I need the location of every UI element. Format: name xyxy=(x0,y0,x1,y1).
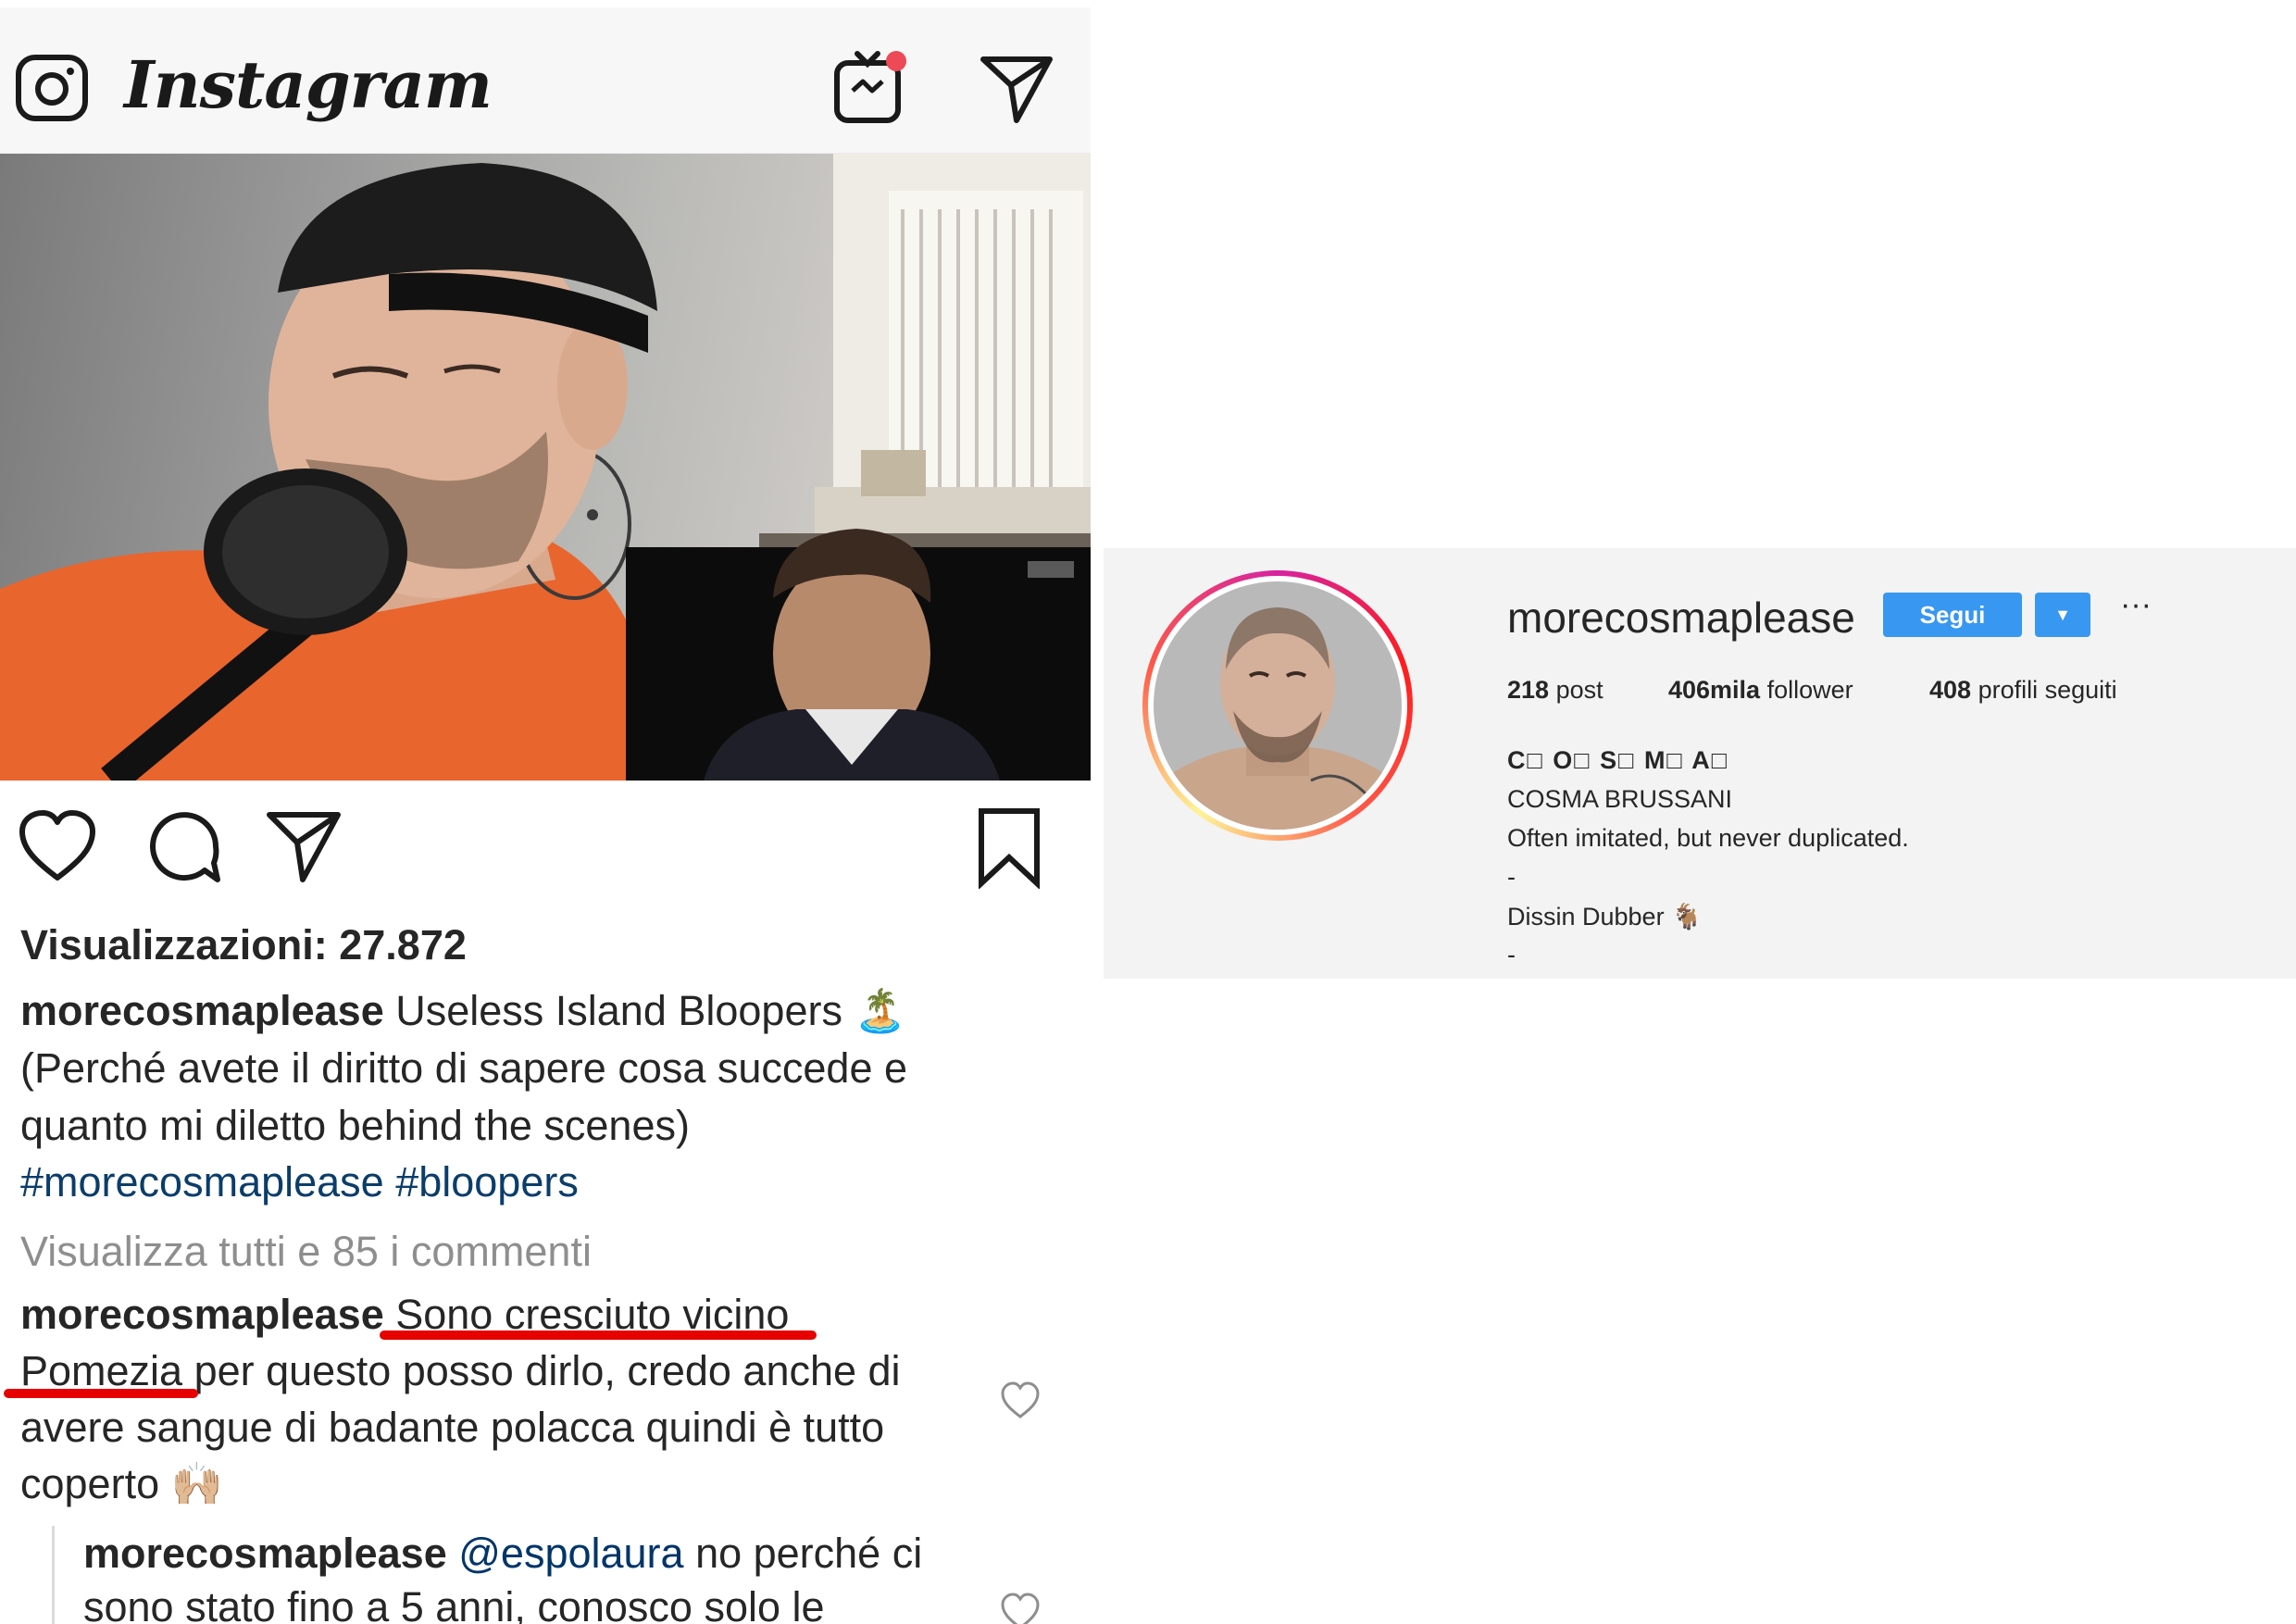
followers-count[interactable]: 406mila follower xyxy=(1668,676,1853,705)
caption-username[interactable]: morecosmaplease xyxy=(20,987,384,1034)
bio-full-name: COSMA BRUSSANI xyxy=(1507,785,1733,813)
view-all-comments-link[interactable]: Visualizza tutti e 85 i commenti xyxy=(20,1223,592,1280)
follow-button[interactable]: Segui xyxy=(1883,593,2022,637)
comment-username[interactable]: morecosmaplease xyxy=(20,1291,384,1338)
caption-line-3: quanto mi diletto behind the scenes) xyxy=(20,1102,690,1149)
comment-like-icon[interactable] xyxy=(1000,1380,1041,1420)
igtv-icon[interactable] xyxy=(831,44,915,128)
avatar[interactable] xyxy=(1154,581,1402,830)
profile-username: morecosmaplease xyxy=(1507,593,1855,642)
bio-tagline: Often imitated, but never duplicated. xyxy=(1507,824,1909,852)
bio-dash: - xyxy=(1507,863,1516,891)
caption-line-2: (Perché avete il diritto di sapere cosa … xyxy=(20,1044,908,1092)
video-frame-illustration xyxy=(0,154,1091,781)
comment-1-line-3: avere sangue di badante polacca quindi è… xyxy=(20,1404,885,1451)
bio-styled-name: C□ O□ S□ M□ A□ xyxy=(1507,746,1729,774)
reply-text: no perché ci xyxy=(683,1530,923,1577)
reply-line-2: sono stato fino a 5 anni, conosco solo l… xyxy=(83,1583,825,1624)
instagram-logo[interactable]: Instagram xyxy=(124,46,493,123)
profile-header-panel: morecosmaplease Segui ▼ ··· 218 post 406… xyxy=(1104,548,2296,979)
post-video[interactable] xyxy=(0,154,1091,781)
caption-text: Useless Island Bloopers 🏝️ xyxy=(383,987,906,1034)
reply-like-icon[interactable] xyxy=(1000,1591,1041,1624)
top-navigation-bar: Instagram xyxy=(0,7,1091,154)
bio-role: Dissin Dubber 🐐 xyxy=(1507,903,1703,931)
comment-icon[interactable] xyxy=(144,806,225,887)
posts-count[interactable]: 218 post xyxy=(1507,676,1603,705)
reply-thread-line xyxy=(52,1526,55,1624)
bookmark-icon[interactable] xyxy=(972,806,1046,889)
more-options-icon[interactable]: ··· xyxy=(2113,589,2159,628)
comment-text: per questo posso dirlo, credo anche di xyxy=(182,1347,901,1394)
heart-icon[interactable] xyxy=(17,806,98,887)
post-actions xyxy=(0,806,1091,898)
reply-username[interactable]: morecosmaplease xyxy=(83,1530,447,1577)
bio-dash: - xyxy=(1507,941,1516,968)
avatar-frame xyxy=(1148,576,1407,835)
avatar-illustration xyxy=(1154,581,1402,830)
caption-line-1: morecosmaplease Useless Island Bloopers … xyxy=(20,982,906,1040)
caption-hashtags[interactable]: #morecosmaplease #bloopers xyxy=(20,1154,579,1211)
red-underline xyxy=(380,1330,817,1340)
reply-line-1: morecosmaplease @espolaura no perché ci xyxy=(83,1525,922,1582)
share-icon[interactable] xyxy=(264,806,345,887)
story-ring[interactable] xyxy=(1142,570,1413,841)
following-count[interactable]: 408 profili seguiti xyxy=(1929,676,2117,705)
red-underline xyxy=(4,1389,198,1398)
camera-icon[interactable] xyxy=(13,48,91,126)
mention-link[interactable]: @espolaura xyxy=(458,1530,683,1577)
comment-1-line-4: coperto 🙌🏼 xyxy=(20,1460,223,1507)
suggestions-dropdown-button[interactable]: ▼ xyxy=(2035,593,2090,637)
views-count[interactable]: Visualizzazioni: 27.872 xyxy=(20,921,467,969)
highlighted-word: Pomezia xyxy=(20,1347,183,1394)
direct-icon[interactable] xyxy=(978,48,1055,126)
instagram-post-panel: Instagram Visualizzazioni: 27.872 moreco… xyxy=(0,0,1091,1624)
